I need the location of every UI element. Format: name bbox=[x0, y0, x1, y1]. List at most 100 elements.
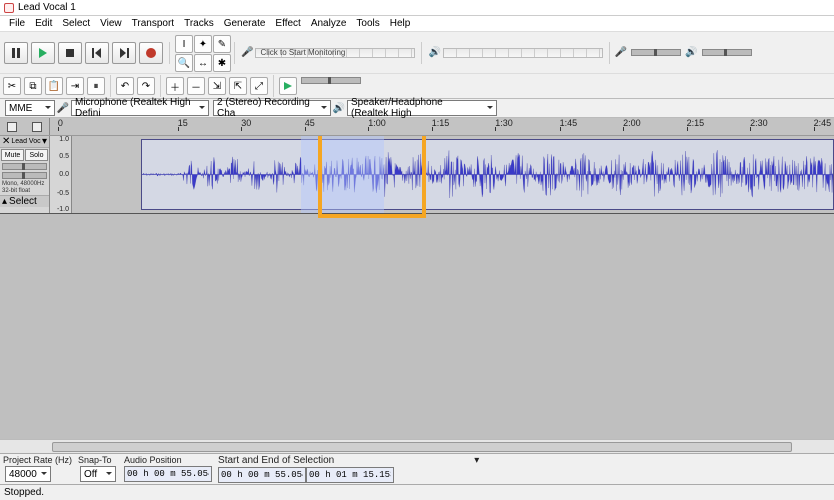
timeline-tick: 45 bbox=[305, 118, 315, 128]
selection-range-label: Start and End of Selection bbox=[218, 455, 334, 466]
redo-icon[interactable]: ↷ bbox=[137, 77, 155, 95]
timeline-pin-right-icon[interactable] bbox=[32, 122, 42, 132]
timeline-tick: 1:45 bbox=[560, 118, 578, 128]
menu-tracks[interactable]: Tracks bbox=[179, 18, 219, 29]
timeline-pin-left-icon[interactable] bbox=[7, 122, 17, 132]
tools-toolbar: I ✦ ✎ 🔍 ↔ ✱ bbox=[172, 32, 232, 73]
audio-host-select[interactable]: MME bbox=[5, 100, 55, 116]
audio-position-field[interactable] bbox=[124, 466, 212, 482]
record-volume-slider[interactable] bbox=[631, 49, 681, 56]
menu-select[interactable]: Select bbox=[57, 18, 95, 29]
mic-gain-icon: 🎤 bbox=[615, 47, 627, 58]
multi-tool-icon[interactable]: ✱ bbox=[213, 54, 231, 72]
zoom-toggle-icon[interactable]: ⤢ bbox=[250, 77, 268, 95]
skip-start-button[interactable] bbox=[85, 42, 109, 64]
waveform-area[interactable] bbox=[72, 136, 834, 213]
play-button[interactable] bbox=[31, 42, 55, 64]
zoom-out-icon[interactable]: － bbox=[187, 77, 205, 95]
paste-icon[interactable]: 📋 bbox=[45, 77, 63, 95]
snap-to-select[interactable]: Off bbox=[80, 466, 116, 482]
menu-generate[interactable]: Generate bbox=[219, 18, 271, 29]
vertical-scale[interactable]: 1.0 0.5 0.0 -0.5 -1.0 bbox=[50, 136, 72, 213]
timeline-zero: 0 bbox=[58, 118, 63, 128]
record-channels-select[interactable]: 2 (Stereo) Recording Cha bbox=[213, 100, 331, 116]
project-rate-label: Project Rate (Hz) bbox=[3, 455, 72, 465]
play-speed-slider[interactable] bbox=[301, 77, 361, 84]
status-bar: Stopped. bbox=[0, 484, 834, 500]
selection-mode-dropdown-icon[interactable]: ▾ bbox=[474, 455, 479, 466]
timeline-tick: 1:00 bbox=[368, 118, 386, 128]
menu-analyze[interactable]: Analyze bbox=[306, 18, 352, 29]
zoom-tool-icon[interactable]: 🔍 bbox=[175, 54, 193, 72]
speaker-device-icon: 🔊 bbox=[333, 102, 345, 114]
selection-end-field[interactable] bbox=[306, 467, 394, 483]
envelope-tool-icon[interactable]: ✦ bbox=[194, 35, 212, 53]
app-icon bbox=[4, 3, 14, 13]
draw-tool-icon[interactable]: ✎ bbox=[213, 35, 231, 53]
copy-icon[interactable]: ⧉ bbox=[24, 77, 42, 95]
selection-start-field[interactable] bbox=[218, 467, 306, 483]
track-control-panel: ✕ Lead Vocal ▾ Mute Solo Mono, 48000Hz 3… bbox=[0, 136, 50, 213]
play-volume-slider[interactable] bbox=[702, 49, 752, 56]
skip-end-button[interactable] bbox=[112, 42, 136, 64]
silence-icon[interactable]: ⏸ bbox=[87, 77, 105, 95]
trim-icon[interactable]: ⇥ bbox=[66, 77, 84, 95]
track-name-label[interactable]: Lead Vocal bbox=[11, 138, 41, 145]
audio-position-label: Audio Position bbox=[124, 455, 212, 465]
solo-button[interactable]: Solo bbox=[25, 149, 48, 161]
play-meter[interactable]: 🔊 bbox=[424, 47, 606, 58]
mic-device-icon: 🎤 bbox=[57, 102, 69, 114]
stop-button[interactable] bbox=[58, 42, 82, 64]
timeline-ruler[interactable]: 0 1530451:001:151:301:452:002:152:302:45… bbox=[0, 118, 834, 136]
play-device-select[interactable]: Speaker/Headphone (Realtek High bbox=[347, 100, 497, 116]
selection-tool-icon[interactable]: I bbox=[175, 35, 193, 53]
toolbar-area: I ✦ ✎ 🔍 ↔ ✱ 🎤 Click to Start Monitoring … bbox=[0, 32, 834, 99]
cut-icon[interactable]: ✂ bbox=[3, 77, 21, 95]
timeline-tick: 2:15 bbox=[687, 118, 705, 128]
device-toolbar: MME 🎤 Microphone (Realtek High Defini 2 … bbox=[0, 99, 834, 118]
record-button[interactable] bbox=[139, 42, 163, 64]
selection-region bbox=[301, 136, 384, 213]
timeline-tick: 15 bbox=[178, 118, 188, 128]
pause-button[interactable] bbox=[4, 42, 28, 64]
timeline-tick: 2:00 bbox=[623, 118, 641, 128]
track-row: ✕ Lead Vocal ▾ Mute Solo Mono, 48000Hz 3… bbox=[0, 136, 834, 214]
menu-view[interactable]: View bbox=[95, 18, 127, 29]
track-menu-icon[interactable]: ▾ bbox=[42, 136, 47, 147]
status-text: Stopped. bbox=[4, 487, 44, 498]
mic-icon: 🎤 bbox=[241, 47, 253, 58]
track-select-label[interactable]: Select bbox=[9, 196, 37, 207]
record-meter-hint: Click to Start Monitoring bbox=[260, 48, 345, 57]
track-format-label: Mono, 48000Hz 32-bit float bbox=[0, 180, 49, 195]
menu-tools[interactable]: Tools bbox=[351, 18, 384, 29]
menu-transport[interactable]: Transport bbox=[127, 18, 179, 29]
zoom-in-icon[interactable]: ＋ bbox=[166, 77, 184, 95]
mute-button[interactable]: Mute bbox=[1, 149, 24, 161]
timeline-tick: 1:15 bbox=[432, 118, 450, 128]
track-collapse-icon[interactable]: ▴ bbox=[2, 196, 7, 207]
horizontal-scrollbar[interactable] bbox=[0, 439, 834, 453]
timeline-tick: 1:30 bbox=[495, 118, 513, 128]
record-device-select[interactable]: Microphone (Realtek High Defini bbox=[71, 100, 209, 116]
gain-slider[interactable] bbox=[2, 163, 47, 170]
selection-toolbar: Project Rate (Hz) 48000 Snap-To Off Audi… bbox=[0, 453, 834, 484]
track-close-icon[interactable]: ✕ bbox=[2, 136, 10, 147]
fit-project-icon[interactable]: ⇱ bbox=[229, 77, 247, 95]
menu-help[interactable]: Help bbox=[385, 18, 416, 29]
menu-bar: File Edit Select View Transport Tracks G… bbox=[0, 16, 834, 32]
menu-file[interactable]: File bbox=[4, 18, 30, 29]
window-title: Lead Vocal 1 bbox=[18, 2, 76, 13]
timeline-tick: 2:45 bbox=[814, 118, 832, 128]
menu-edit[interactable]: Edit bbox=[30, 18, 57, 29]
undo-icon[interactable]: ↶ bbox=[116, 77, 134, 95]
menu-effect[interactable]: Effect bbox=[270, 18, 305, 29]
timeline-tick: 2:30 bbox=[750, 118, 768, 128]
snap-to-label: Snap-To bbox=[78, 455, 118, 465]
pan-slider[interactable] bbox=[2, 172, 47, 179]
record-meter[interactable]: 🎤 Click to Start Monitoring bbox=[237, 47, 419, 58]
timeshift-tool-icon[interactable]: ↔ bbox=[194, 54, 212, 72]
tracks-area: ✕ Lead Vocal ▾ Mute Solo Mono, 48000Hz 3… bbox=[0, 136, 834, 439]
fit-selection-icon[interactable]: ⇲ bbox=[208, 77, 226, 95]
project-rate-select[interactable]: 48000 bbox=[5, 466, 51, 482]
play-at-speed-icon[interactable] bbox=[279, 77, 297, 95]
